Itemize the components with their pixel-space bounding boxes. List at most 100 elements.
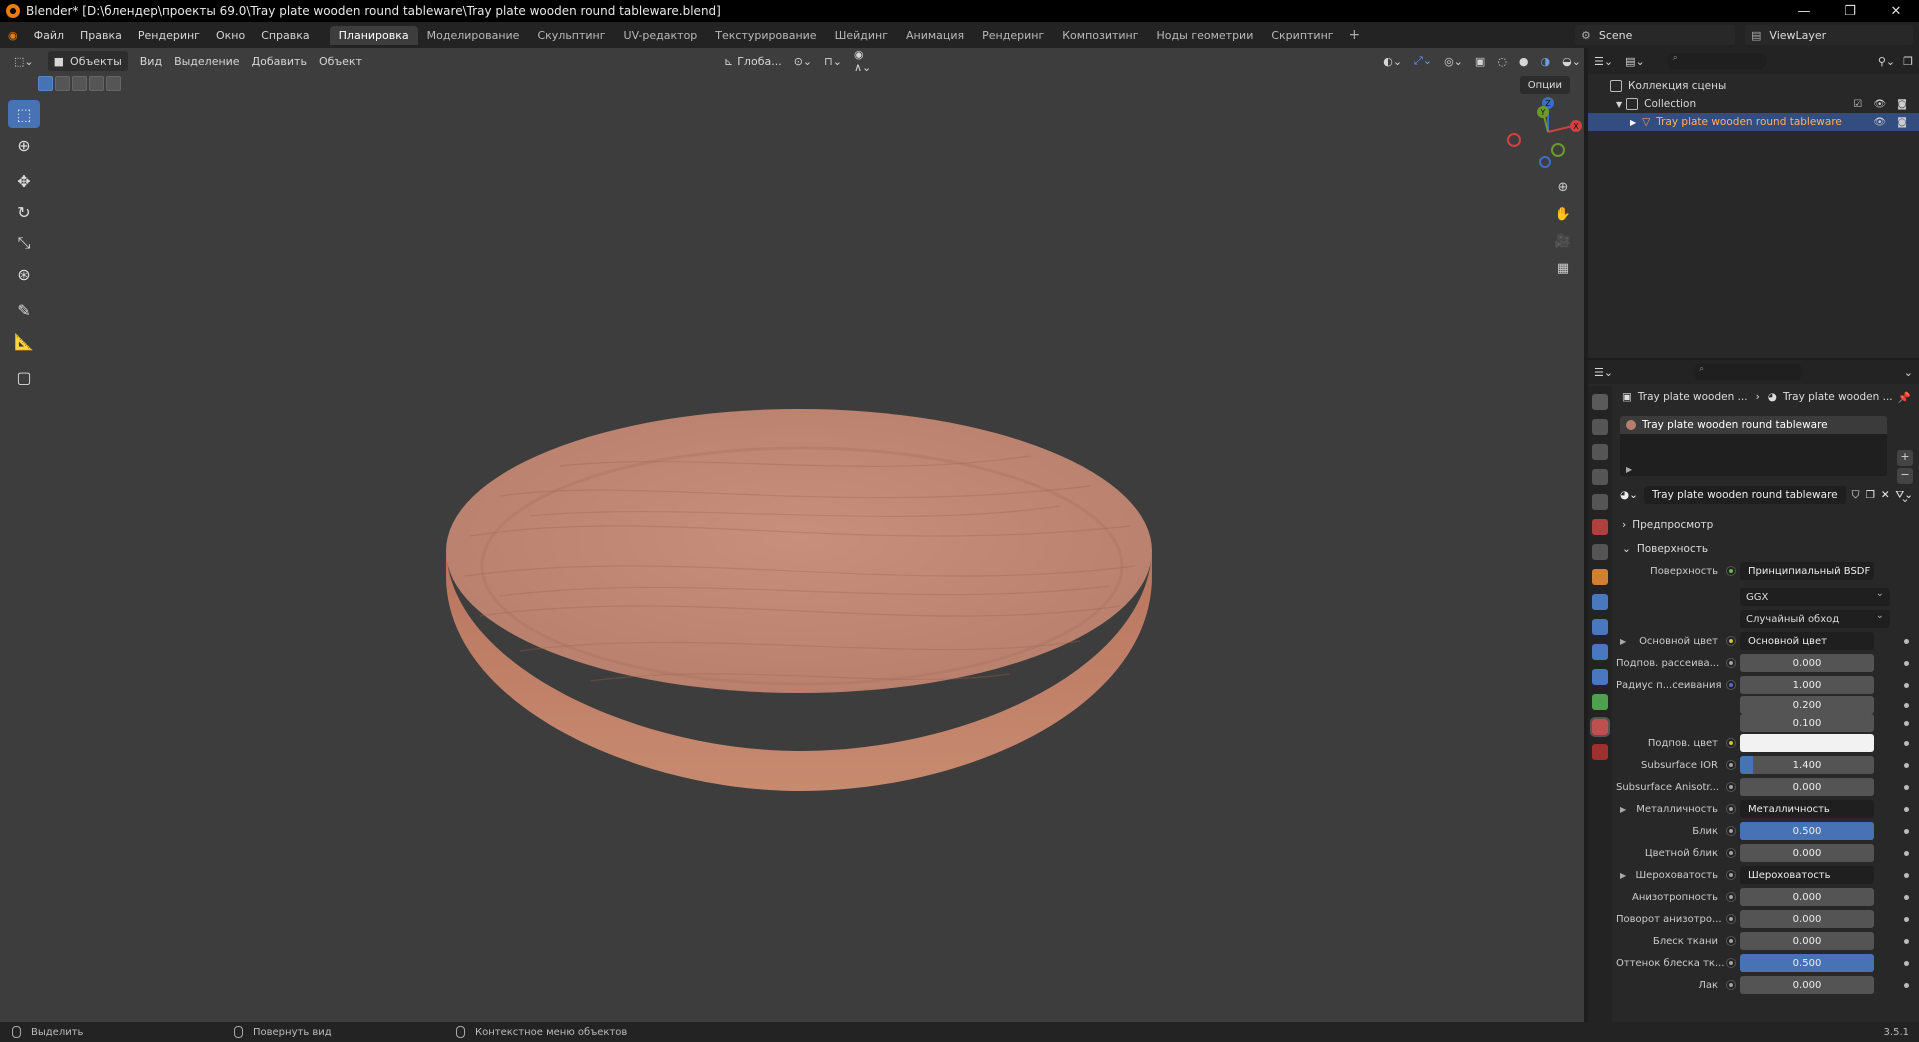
unlink-material-icon[interactable]: ✕ [1881, 489, 1890, 501]
tab-layout[interactable]: Планировка [329, 25, 418, 45]
value-field[interactable]: 0.000 [1740, 844, 1874, 862]
tab-output-icon[interactable] [1592, 444, 1608, 460]
input-socket-icon[interactable] [1726, 636, 1736, 646]
snap-icon[interactable]: ⊓⌄ [818, 51, 848, 71]
keyframe-dot-icon[interactable] [1904, 828, 1909, 834]
overlay-toggle-icon[interactable]: ◎⌄ [1438, 51, 1469, 71]
xray-icon[interactable]: ▣ [1469, 51, 1491, 71]
input-socket-icon[interactable] [1726, 892, 1736, 902]
keyframe-dot-icon[interactable] [1904, 784, 1909, 790]
material-slot-item[interactable]: Tray plate wooden round tableware [1620, 416, 1887, 434]
view-layer-selector[interactable]: ▤ ViewLayer [1745, 25, 1913, 45]
display-mode-icon[interactable]: ▤⌄ [1625, 55, 1645, 68]
shading-solid-icon[interactable]: ● [1513, 51, 1535, 71]
tab-particles-icon[interactable] [1592, 619, 1608, 635]
expand-input-icon[interactable]: ▶ [1620, 805, 1626, 814]
value-field[interactable]: 0.500 [1740, 822, 1874, 840]
outliner-search-input[interactable]: ⌕ [1666, 53, 1767, 69]
value-field[interactable]: 0.000 [1740, 932, 1874, 950]
remove-slot-button[interactable]: − [1897, 468, 1913, 484]
keyframe-dot-icon[interactable] [1904, 682, 1909, 688]
select-box-tool-icon[interactable]: ⬚ [8, 100, 40, 128]
tab-geometry-nodes[interactable]: Ноды геометрии [1148, 26, 1263, 45]
outliner-editor-icon[interactable]: ☰⌄ [1594, 55, 1613, 68]
tab-sculpting[interactable]: Скульптинг [528, 26, 614, 45]
collapse-arrow-icon[interactable]: ▶ [1630, 118, 1636, 127]
pivot-point-icon[interactable]: ⊙⌄ [788, 51, 818, 71]
select-new-icon[interactable] [38, 76, 53, 91]
add-workspace-button[interactable]: + [1343, 27, 1367, 43]
scale-tool-icon[interactable]: ⤡ [8, 229, 40, 257]
select-intersect-icon[interactable] [106, 76, 121, 91]
tree-scene-collection[interactable]: Коллекция сцены [1588, 77, 1919, 95]
transform-tool-icon[interactable]: ⊛ [8, 260, 40, 288]
keyframe-dot-icon[interactable] [1904, 702, 1909, 708]
preview-section-header[interactable]: › Предпросмотр [1616, 514, 1919, 536]
tab-render-icon[interactable] [1592, 419, 1608, 435]
tab-animation[interactable]: Анимация [897, 26, 973, 45]
object-visibility-icons[interactable]: 👁 ◙ [1873, 117, 1911, 128]
tab-physics-icon[interactable] [1592, 644, 1608, 660]
color-swatch[interactable] [1740, 734, 1874, 752]
camera-view-icon[interactable]: 🎥 [1552, 230, 1574, 252]
keyframe-dot-icon[interactable] [1904, 850, 1909, 856]
tab-texture-paint[interactable]: Текстурирование [706, 26, 825, 45]
input-socket-icon[interactable] [1726, 804, 1736, 814]
menu-help[interactable]: Справка [253, 29, 317, 42]
input-socket-icon[interactable] [1726, 848, 1736, 858]
gizmo-neg-x-handle[interactable] [1507, 133, 1521, 147]
keyframe-dot-icon[interactable] [1904, 916, 1909, 922]
slot-menu-button[interactable]: ⌄ [1897, 492, 1913, 508]
keyframe-dot-icon[interactable] [1904, 740, 1909, 746]
keyframe-dot-icon[interactable] [1904, 982, 1909, 988]
value-field[interactable]: 0.000 [1740, 654, 1874, 672]
tree-object-plate[interactable]: ▶ ▽ Tray plate wooden round tableware 👁 … [1588, 113, 1919, 131]
tab-object-icon[interactable] [1592, 569, 1608, 585]
keyframe-dot-icon[interactable] [1904, 894, 1909, 900]
tab-world-icon[interactable] [1592, 519, 1608, 535]
tab-constraints-icon[interactable] [1592, 669, 1608, 685]
select-invert-icon[interactable] [89, 76, 104, 91]
keyframe-dot-icon[interactable] [1904, 872, 1909, 878]
tab-modeling[interactable]: Моделирование [418, 26, 529, 45]
input-socket-icon[interactable] [1726, 738, 1736, 748]
expand-arrow-icon[interactable]: ▼ [1616, 100, 1622, 109]
properties-search-input[interactable]: ⌕ [1693, 364, 1804, 380]
keyframe-dot-icon[interactable] [1904, 660, 1909, 666]
expand-input-icon[interactable]: ▶ [1620, 871, 1626, 880]
scene-selector[interactable]: ⚙ Scene [1575, 25, 1735, 45]
surface-shader-field[interactable]: Принципиальный BSDF [1740, 562, 1874, 580]
tab-modifiers-icon[interactable] [1592, 594, 1608, 610]
keyframe-dot-icon[interactable] [1904, 960, 1909, 966]
input-socket-icon[interactable] [1726, 826, 1736, 836]
tab-collection-icon[interactable] [1592, 544, 1608, 560]
menu-view[interactable]: Вид [134, 51, 168, 71]
minimize-button[interactable]: — [1781, 4, 1827, 19]
cursor-tool-icon[interactable]: ⊕ [8, 131, 40, 159]
value-field[interactable]: 1.000 [1740, 676, 1874, 694]
move-tool-icon[interactable]: ✥ [8, 167, 40, 195]
select-subtract-icon[interactable] [72, 76, 87, 91]
annotate-tool-icon[interactable]: ✎ [8, 296, 40, 324]
tab-scripting[interactable]: Скриптинг [1262, 26, 1342, 45]
pan-hand-icon[interactable]: ✋ [1552, 203, 1574, 225]
properties-options-icon[interactable]: ⌄ [1904, 366, 1913, 379]
close-button[interactable]: ✕ [1873, 4, 1919, 19]
mode-selector[interactable]: ■ Объекты [47, 51, 128, 71]
distribution-dropdown[interactable]: GGX [1740, 588, 1890, 606]
zoom-icon[interactable]: ⊕ [1552, 176, 1574, 198]
collection-visibility-icons[interactable]: ☑ 👁 ◙ [1853, 99, 1911, 110]
menu-edit[interactable]: Правка [72, 29, 130, 42]
menu-render[interactable]: Рендеринг [130, 29, 208, 42]
input-socket-icon[interactable] [1726, 760, 1736, 770]
shader-socket-icon[interactable] [1726, 566, 1736, 576]
tab-scene-icon[interactable] [1592, 494, 1608, 510]
menu-file[interactable]: Файл [26, 29, 72, 42]
linked-input-field[interactable]: Металличность [1740, 800, 1874, 818]
value-field[interactable]: 0.000 [1740, 778, 1874, 796]
shading-wireframe-icon[interactable]: ◌ [1491, 51, 1513, 71]
ortho-grid-icon[interactable]: ▦ [1552, 257, 1574, 279]
properties-editor-icon[interactable]: ☰⌄ [1594, 366, 1613, 379]
input-socket-icon[interactable] [1726, 658, 1736, 668]
duplicate-material-icon[interactable]: ❐ [1866, 489, 1875, 501]
